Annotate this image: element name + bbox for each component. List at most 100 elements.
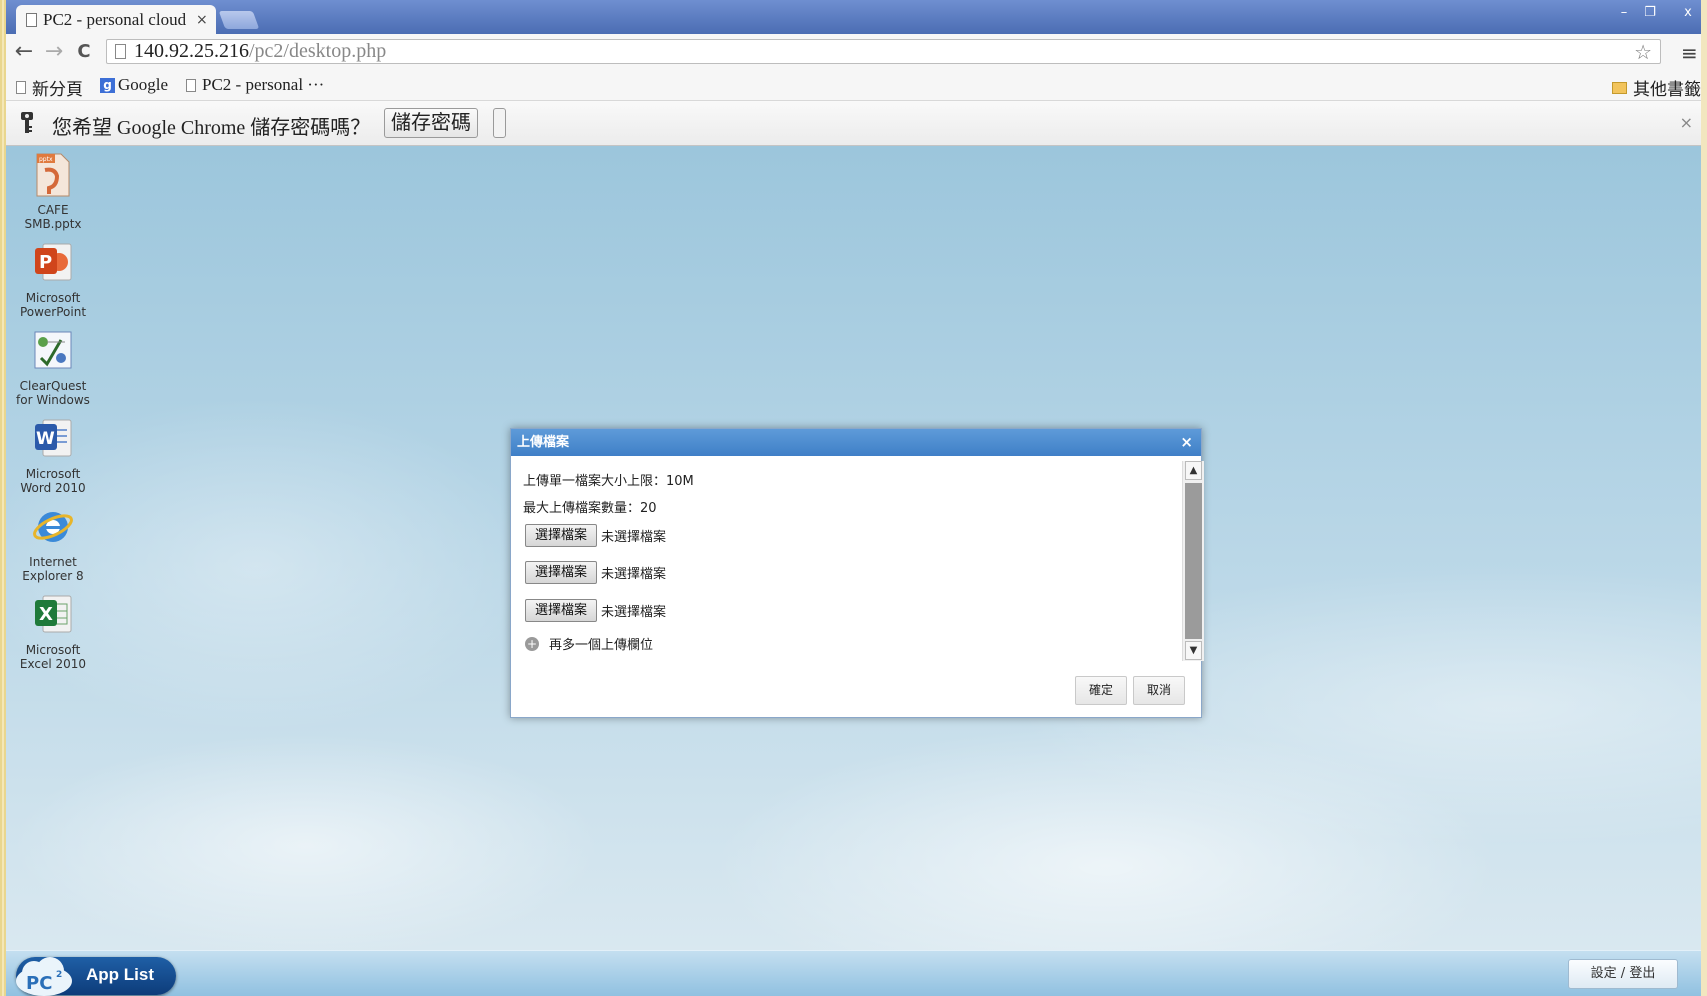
app-list-label: App List (86, 965, 154, 984)
svg-text:W: W (36, 429, 55, 449)
svg-text:PC: PC (26, 973, 52, 994)
infobar-close-icon[interactable]: × (1680, 113, 1693, 132)
add-field-label: 再多一個上傳欄位 (549, 638, 654, 653)
new-tab-button[interactable] (218, 11, 260, 29)
file-status: 未選擇檔案 (601, 530, 667, 545)
forward-icon[interactable]: → (42, 40, 66, 64)
desktop-icon-powerpoint[interactable]: P Microsoft PowerPoint (10, 240, 96, 319)
dialog-titlebar[interactable]: 上傳檔案 × (511, 429, 1201, 456)
plus-circle-icon: + (525, 636, 539, 651)
bookmark-google[interactable]: g Google (100, 75, 168, 95)
back-icon[interactable]: ← (12, 40, 36, 64)
dialog-title: 上傳檔案 (517, 435, 570, 450)
powerpoint-icon: P (35, 243, 72, 281)
svg-text:X: X (39, 604, 53, 625)
browser-window: PC2 - personal cloud × – ❐ x ← → C 140.9… (6, 0, 1701, 996)
choose-file-button[interactable]: 選擇檔案 (525, 524, 597, 547)
folder-icon (1612, 81, 1627, 94)
dialog-body: 上傳單一檔案大小上限：10M 最大上傳檔案數量：20 選擇檔案 未選擇檔案 選擇… (511, 456, 1181, 656)
maximize-button[interactable]: ❐ (1636, 5, 1664, 21)
size-limit-text: 上傳單一檔案大小上限：10M (523, 474, 694, 489)
google-icon: g (100, 77, 115, 93)
scroll-up-icon[interactable]: ▲ (1185, 461, 1202, 480)
icon-label-line2: for Windows (16, 393, 90, 407)
icon-label-line1: Microsoft (25, 291, 81, 305)
desktop-icon-excel[interactable]: X Microsoft Excel 2010 (10, 592, 96, 671)
max-files-text: 最大上傳檔案數量：20 (523, 501, 657, 516)
icon-label-line2: Explorer 8 (22, 569, 84, 583)
pc2-cloud-logo-icon: PC 2 (16, 957, 72, 996)
file-status: 未選擇檔案 (601, 605, 667, 620)
bookmarks-bar: 新分頁 g Google PC2 - personal ··· 其他書籤 (6, 70, 1701, 101)
icon-label-line2: Excel 2010 (19, 657, 87, 671)
clearquest-icon (34, 331, 72, 369)
window-close-button[interactable]: x (1666, 5, 1701, 21)
browser-toolbar: ← → C 140.92.25.216/pc2/desktop.php ☆ (6, 34, 1701, 70)
word-icon: W (35, 419, 72, 457)
url-path: /pc2/desktop.php (249, 40, 387, 62)
svg-text:pptx: pptx (39, 156, 53, 163)
tab-close-icon[interactable]: × (196, 12, 208, 28)
key-icon (21, 112, 33, 133)
icon-label-line2: Word 2010 (20, 481, 86, 495)
desktop-icon-ie[interactable]: Internet Explorer 8 (10, 504, 96, 583)
bookmark-label: PC2 - personal ··· (202, 75, 325, 94)
minimize-button[interactable]: – (1610, 5, 1638, 21)
bookmark-pc2[interactable]: PC2 - personal ··· (186, 75, 324, 95)
svg-text:2: 2 (56, 970, 62, 980)
reload-icon[interactable]: C (72, 40, 96, 64)
tab-title: PC2 - personal cloud (43, 9, 187, 29)
pc2-taskbar: PC 2 App List 設定 / 登出 (6, 950, 1701, 996)
choose-file-button[interactable]: 選擇檔案 (525, 561, 597, 584)
pc2-desktop: pptx CAFE SMB.pptx P Microsoft PowerPoin… (6, 146, 1701, 950)
other-bookmarks-label: 其他書籤 (1633, 80, 1701, 99)
dialog-scrollbar[interactable]: ▲ ▼ (1182, 461, 1204, 661)
icon-label-line2: PowerPoint (19, 305, 87, 319)
desktop-icon-word[interactable]: W Microsoft Word 2010 (10, 416, 96, 495)
upload-dialog: 上傳檔案 × 上傳單一檔案大小上限：10M 最大上傳檔案數量：20 選擇檔案 未… (510, 428, 1204, 718)
bookmark-star-icon[interactable]: ☆ (1634, 40, 1652, 65)
never-save-button[interactable] (493, 108, 506, 138)
scroll-down-icon[interactable]: ▼ (1185, 641, 1202, 660)
icon-label-line1: ClearQuest (19, 379, 87, 393)
excel-icon: X (35, 595, 72, 633)
page-icon (186, 78, 196, 92)
tab-strip: PC2 - personal cloud × – ❐ x (6, 0, 1701, 34)
icon-label-line1: CAFE (37, 203, 69, 217)
icon-label-line1: Microsoft (25, 643, 81, 657)
file-status: 未選擇檔案 (601, 567, 667, 582)
browser-tab[interactable]: PC2 - personal cloud × (16, 5, 216, 34)
scroll-thumb[interactable] (1185, 483, 1202, 639)
chrome-menu-icon[interactable]: ≡ (1681, 41, 1698, 65)
app-list-button[interactable]: PC 2 App List (16, 957, 176, 996)
icon-label-line1: Microsoft (25, 467, 81, 481)
bookmark-label: 新分頁 (32, 80, 83, 99)
page-icon (115, 44, 126, 59)
pptx-file-icon: pptx (36, 153, 70, 197)
address-bar[interactable]: 140.92.25.216/pc2/desktop.php ☆ (106, 39, 1661, 64)
page-icon (16, 81, 26, 94)
desktop-icon-cafe-smb[interactable]: pptx CAFE SMB.pptx (10, 152, 96, 231)
icon-label-line1: Internet (29, 555, 77, 569)
choose-file-button[interactable]: 選擇檔案 (525, 599, 597, 622)
file-input-row: 選擇檔案 未選擇檔案 (525, 524, 666, 547)
icon-label-line2: SMB.pptx (24, 217, 82, 231)
settings-logout-button[interactable]: 設定 / 登出 (1568, 959, 1678, 989)
file-input-row: 選擇檔案 未選擇檔案 (525, 599, 666, 622)
desktop-icon-clearquest[interactable]: ClearQuest for Windows (10, 328, 96, 407)
save-password-button[interactable]: 儲存密碼 (384, 108, 478, 138)
other-bookmarks[interactable]: 其他書籤 (1612, 75, 1701, 100)
bookmark-label: Google (118, 75, 169, 94)
url-host: 140.92.25.216 (134, 40, 249, 62)
password-infobar: 您希望 Google Chrome 儲存密碼嗎？ 儲存密碼 × (6, 101, 1701, 146)
ie-icon (33, 512, 73, 542)
page-icon (26, 12, 37, 27)
svg-text:P: P (39, 252, 52, 273)
cancel-button[interactable]: 取消 (1133, 676, 1185, 705)
file-input-row: 選擇檔案 未選擇檔案 (525, 561, 666, 584)
add-upload-field[interactable]: + 再多一個上傳欄位 (525, 634, 653, 653)
dialog-close-icon[interactable]: × (1180, 429, 1193, 456)
ok-button[interactable]: 確定 (1075, 676, 1127, 705)
bookmark-new-tab[interactable]: 新分頁 (16, 75, 83, 100)
infobar-message: 您希望 Google Chrome 儲存密碼嗎？ (52, 117, 371, 139)
